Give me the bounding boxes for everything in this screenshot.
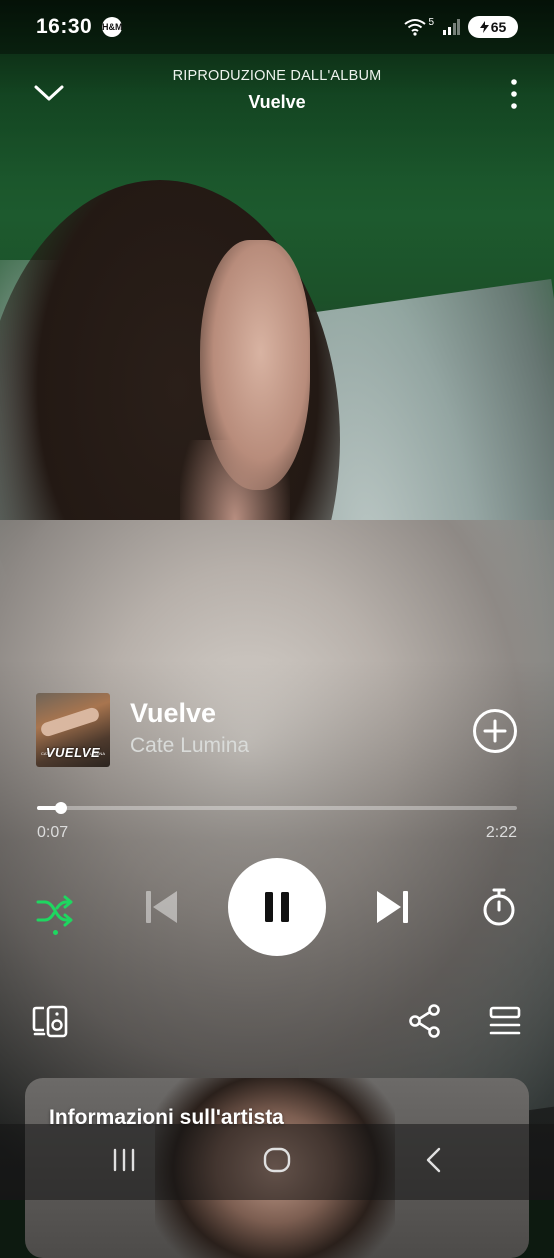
back-nav-button[interactable] — [418, 1144, 450, 1176]
progress-handle[interactable] — [55, 802, 67, 814]
queue-icon — [489, 1006, 521, 1035]
timer-icon — [483, 888, 515, 926]
battery-indicator: 65 — [468, 16, 518, 38]
recents-nav-button[interactable] — [108, 1144, 140, 1176]
shuffle-icon — [36, 895, 73, 927]
previous-button[interactable] — [138, 884, 184, 930]
playback-controls — [0, 858, 554, 958]
track-info: CATE LUMINA VUELVE Vuelve Cate Lumina — [36, 690, 518, 770]
plus-circle-icon — [473, 709, 517, 753]
battery-level: 65 — [490, 19, 507, 35]
recents-icon — [113, 1148, 135, 1172]
track-title[interactable]: Vuelve — [130, 698, 216, 729]
play-pause-button[interactable] — [228, 858, 326, 956]
playing-context-label: RIPRODUZIONE DALL'ALBUM — [172, 68, 382, 84]
add-to-library-button[interactable] — [472, 708, 518, 754]
secondary-controls — [0, 996, 554, 1046]
share-button[interactable] — [406, 1002, 444, 1040]
chevron-down-icon — [34, 85, 64, 101]
progress-track — [37, 806, 517, 810]
share-icon — [409, 1004, 440, 1038]
devices-icon — [32, 1005, 68, 1038]
elapsed-time: 0:07 — [37, 824, 69, 841]
wifi-icon — [404, 18, 427, 36]
skip-next-icon — [377, 891, 408, 923]
signal-icon — [442, 19, 460, 35]
shuffle-button[interactable] — [30, 886, 80, 936]
notification-badge: H&M — [102, 17, 122, 37]
player-header: RIPRODUZIONE DALL'ALBUM Vuelve — [0, 62, 554, 122]
album-title[interactable]: Vuelve — [110, 92, 444, 113]
status-time: 16:30 — [36, 15, 93, 38]
next-button[interactable] — [370, 884, 416, 930]
sleep-timer-button[interactable] — [476, 884, 522, 930]
home-nav-button[interactable] — [261, 1144, 293, 1176]
album-cover-thumbnail[interactable]: CATE LUMINA VUELVE — [36, 693, 110, 767]
status-bar: 16:30 H&M 5 65 — [0, 0, 554, 54]
home-icon — [263, 1147, 291, 1173]
pause-icon — [265, 892, 289, 922]
track-artist[interactable]: Cate Lumina — [130, 734, 249, 758]
network-label: 5 — [428, 16, 434, 28]
cover-title-text: VUELVE — [45, 745, 101, 760]
back-icon — [426, 1147, 441, 1173]
collapse-button[interactable] — [28, 76, 70, 110]
skip-previous-icon — [146, 891, 177, 923]
total-time: 2:22 — [485, 824, 517, 841]
connect-devices-button[interactable] — [30, 1002, 72, 1040]
progress-bar[interactable] — [37, 798, 517, 818]
queue-button[interactable] — [486, 1002, 524, 1040]
shuffle-active-dot — [53, 930, 58, 935]
header-text: RIPRODUZIONE DALL'ALBUM Vuelve — [110, 68, 444, 113]
system-navigation-bar — [0, 1124, 554, 1200]
bolt-icon — [479, 21, 489, 33]
more-options-button[interactable] — [504, 74, 524, 114]
more-vertical-icon — [511, 79, 517, 109]
